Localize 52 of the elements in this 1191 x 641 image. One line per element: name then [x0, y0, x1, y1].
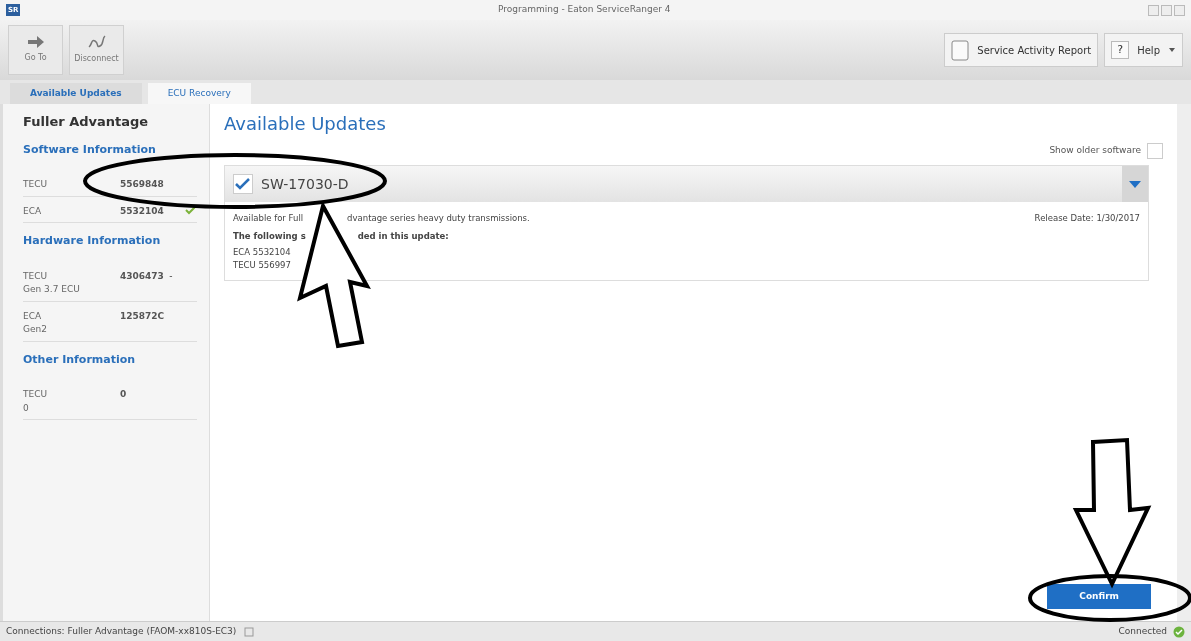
connection-status: Connections: Fuller Advantage (FAOM-xx810S-EC3)	[6, 624, 237, 638]
info-label: TECU	[23, 178, 49, 191]
page-heading: Available Updates	[224, 112, 387, 136]
close-button[interactable]	[1174, 4, 1185, 16]
help-icon: ?	[1111, 41, 1130, 59]
squiggle-icon	[87, 35, 106, 49]
included-heading: ded in this update:	[357, 230, 449, 243]
help-button[interactable]: ? Help	[1104, 33, 1183, 67]
info-sublabel: Gen2	[23, 323, 48, 336]
caret-icon	[1129, 180, 1141, 188]
info-value: 0	[120, 388, 127, 401]
disconnect-button[interactable]: Disconnect	[69, 25, 124, 75]
info-label: TECU	[23, 388, 49, 401]
maximize-button[interactable]	[1161, 4, 1172, 16]
checkbox-label: Show older software	[1049, 144, 1141, 158]
caret-icon	[1168, 47, 1176, 53]
info-sublabel: 0	[23, 401, 30, 415]
release-date: Release Date: 1/30/2017	[1034, 212, 1140, 225]
window-title: Programming - Eaton ServiceRanger 4	[496, 3, 672, 17]
checkbox[interactable]	[1147, 143, 1163, 159]
info-label: ECA	[23, 204, 43, 218]
status-text: Connected	[1118, 624, 1167, 638]
checkbox[interactable]	[233, 174, 253, 194]
tab[interactable]: Available Updates	[10, 82, 142, 104]
clipboard-icon	[951, 39, 970, 61]
info-label: TECU	[23, 269, 49, 283]
included-heading: The following s	[233, 230, 306, 243]
info-label: ECA	[23, 309, 43, 323]
report-button[interactable]: Service Activity Report	[944, 33, 1099, 67]
description-text: dvantage series heavy duty transmissions.	[347, 212, 530, 225]
info-sublabel: Gen 3.7 ECU	[23, 283, 81, 296]
description-text: Available for Full	[233, 212, 304, 225]
sidebar-title: Fuller Advantage	[23, 113, 150, 131]
included-item: ECA 5532104	[233, 245, 292, 259]
section-heading: Software Information	[23, 141, 157, 158]
info-value: 5569848	[120, 178, 164, 191]
included-item: TECU 556997	[233, 258, 292, 272]
info-value: 5532104	[120, 204, 164, 218]
square-icon	[244, 626, 255, 637]
confirm-button[interactable]: Confirm	[1047, 583, 1151, 609]
tab[interactable]: ECU Recovery	[147, 82, 251, 104]
info-value: 4306473	[120, 269, 164, 283]
update-name: SW-17030-D	[261, 174, 349, 194]
go-to-button[interactable]: Go To	[8, 25, 63, 75]
section-heading: Hardware Information	[23, 233, 162, 249]
section-heading: Other Information	[23, 351, 137, 368]
expand-button[interactable]	[1122, 166, 1148, 202]
info-value: 125872C	[120, 309, 165, 323]
connected-icon	[1173, 625, 1185, 638]
info-suffix: -	[169, 269, 173, 283]
minimize-button[interactable]	[1148, 4, 1159, 16]
arrow-icon	[26, 36, 45, 48]
